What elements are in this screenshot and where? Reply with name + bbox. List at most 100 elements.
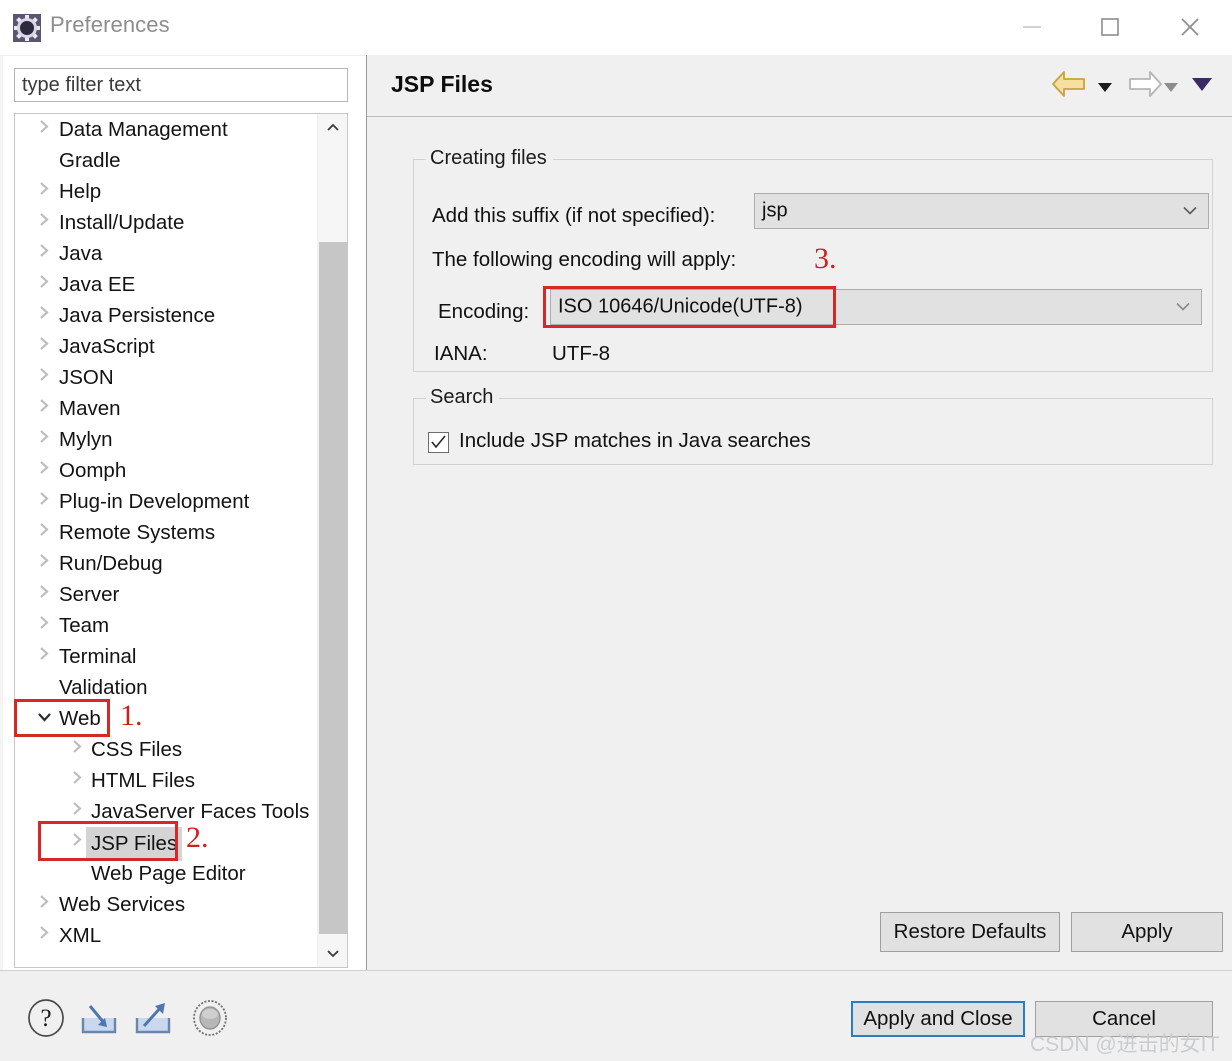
tree-item-label: Help <box>59 180 102 203</box>
cancel-button[interactable]: Cancel <box>1035 1001 1213 1037</box>
tree-item-web[interactable]: Web <box>15 703 317 734</box>
tree-item-label: HTML Files <box>91 769 196 792</box>
tree-item-label: Remote Systems <box>59 521 216 544</box>
window-close-button[interactable] <box>1160 0 1220 54</box>
encoding-label: Encoding: <box>438 300 530 323</box>
chevron-right-icon[interactable] <box>34 486 54 517</box>
chevron-right-icon[interactable] <box>34 455 54 486</box>
tree-item-validation[interactable]: Validation <box>15 672 317 703</box>
chevron-right-icon[interactable] <box>34 579 54 610</box>
chevron-right-icon[interactable] <box>34 207 54 238</box>
tree-item-maven[interactable]: Maven <box>15 393 317 424</box>
tree-item-mylyn[interactable]: Mylyn <box>15 424 317 455</box>
back-history-caret-down-icon[interactable] <box>1097 80 1113 98</box>
tree-item-oomph[interactable]: Oomph <box>15 455 317 486</box>
tree-item-server[interactable]: Server <box>15 579 317 610</box>
chevron-right-icon[interactable] <box>34 517 54 548</box>
chevron-right-icon[interactable] <box>67 827 87 858</box>
suffix-combobox[interactable]: jsp <box>754 193 1209 229</box>
search-group: Search Include JSP matches in Java searc… <box>413 386 1213 465</box>
encoding-intro-label: The following encoding will apply: <box>432 248 737 271</box>
tree-item-plug-in-development[interactable]: Plug-in Development <box>15 486 317 517</box>
include-jsp-matches-checkbox[interactable] <box>428 432 449 453</box>
chevron-right-icon[interactable] <box>34 424 54 455</box>
tree-item-label: JSON <box>59 366 114 389</box>
iana-value: UTF-8 <box>552 342 611 365</box>
forward-arrow-icon[interactable] <box>1127 69 1163 104</box>
chevron-down-icon[interactable] <box>34 703 54 734</box>
chevron-right-icon[interactable] <box>34 393 54 424</box>
scrollbar-down-arrow-icon[interactable] <box>318 939 347 967</box>
chevron-right-icon[interactable] <box>34 238 54 269</box>
export-arrow-icon[interactable] <box>132 998 174 1043</box>
scrollbar-thumb[interactable] <box>319 242 347 934</box>
forward-history-caret-down-icon[interactable] <box>1163 80 1179 98</box>
tree-item-label: Gradle <box>59 149 121 172</box>
preferences-tree[interactable]: Data Management Gradle Help Install/Update J… <box>14 113 348 968</box>
encoding-value: ISO 10646/Unicode(UTF-8) <box>558 295 803 318</box>
chevron-right-icon[interactable] <box>34 920 54 951</box>
tree-item-css-files[interactable]: CSS Files <box>15 734 317 765</box>
tree-item-jsp-files[interactable]: JSP Files <box>15 827 317 861</box>
tree-item-remote-systems[interactable]: Remote Systems <box>15 517 317 548</box>
scrollbar-up-arrow-icon[interactable] <box>318 114 347 142</box>
chevron-right-icon[interactable] <box>34 269 54 300</box>
chevron-down-icon <box>1182 200 1198 223</box>
tree-item-java[interactable]: Java <box>15 238 317 269</box>
chevron-right-icon[interactable] <box>34 114 54 145</box>
tree-item-java-ee[interactable]: Java EE <box>15 269 317 300</box>
tree-item-label: XML <box>59 924 102 947</box>
chevron-right-icon[interactable] <box>67 734 87 765</box>
chevron-right-icon[interactable] <box>34 889 54 920</box>
tree-item-web-services[interactable]: Web Services <box>15 889 317 920</box>
filter-text-input[interactable] <box>14 68 348 102</box>
chevron-right-icon[interactable] <box>34 300 54 331</box>
tree-item-label: CSS Files <box>91 738 183 761</box>
search-group-label: Search <box>426 386 500 409</box>
window-maximize-button[interactable] <box>1080 0 1140 54</box>
tree-item-label: Java Persistence <box>59 304 216 327</box>
tree-item-html-files[interactable]: HTML Files <box>15 765 317 796</box>
view-menu-caret-icon[interactable] <box>1191 77 1213 97</box>
chevron-right-icon[interactable] <box>67 796 87 827</box>
tree-item-json[interactable]: JSON <box>15 362 317 393</box>
preferences-tree-list[interactable]: Data Management Gradle Help Install/Update J… <box>15 114 317 967</box>
back-arrow-icon[interactable] <box>1051 69 1087 104</box>
chevron-right-icon[interactable] <box>67 765 87 796</box>
record-circle-icon[interactable] <box>190 998 230 1043</box>
chevron-right-icon[interactable] <box>34 331 54 362</box>
apply-and-close-button[interactable]: Apply and Close <box>851 1001 1025 1037</box>
tree-item-terminal[interactable]: Terminal <box>15 641 317 672</box>
tree-item-web-page-editor[interactable]: Web Page Editor <box>15 858 317 889</box>
tree-item-label: Web <box>59 707 101 730</box>
help-question-icon[interactable]: ? <box>26 998 66 1043</box>
preference-page-panel: JSP Files Creating files Add this suffix… <box>366 55 1232 970</box>
tree-item-java-persistence[interactable]: Java Persistence <box>15 300 317 331</box>
tree-item-run-debug[interactable]: Run/Debug <box>15 548 317 579</box>
tree-item-gradle[interactable]: Gradle <box>15 145 317 176</box>
chevron-right-icon[interactable] <box>34 610 54 641</box>
include-jsp-matches-label: Include JSP matches in Java searches <box>459 429 811 452</box>
tree-item-install-update[interactable]: Install/Update <box>15 207 317 238</box>
tree-item-help[interactable]: Help <box>15 176 317 207</box>
tree-item-team[interactable]: Team <box>15 610 317 641</box>
chevron-right-icon[interactable] <box>34 548 54 579</box>
chevron-right-icon[interactable] <box>34 641 54 672</box>
tree-item-label: Oomph <box>59 459 127 482</box>
apply-button[interactable]: Apply <box>1071 912 1223 952</box>
chevron-right-icon[interactable] <box>34 176 54 207</box>
import-arrow-icon[interactable] <box>78 998 120 1043</box>
chevron-right-icon[interactable] <box>34 362 54 393</box>
tree-scrollbar[interactable] <box>317 114 347 967</box>
restore-defaults-button[interactable]: Restore Defaults <box>880 912 1060 952</box>
checkmark-icon <box>431 435 446 449</box>
tree-item-javascript[interactable]: JavaScript <box>15 331 317 362</box>
suffix-label: Add this suffix (if not specified): <box>432 204 716 227</box>
tree-item-label: Web Page Editor <box>91 862 246 885</box>
window-minimize-button[interactable] <box>1002 0 1062 54</box>
tree-item-data-management[interactable]: Data Management <box>15 114 317 145</box>
tree-item-javaserver-faces-tools[interactable]: JavaServer Faces Tools <box>15 796 317 827</box>
tree-item-xml[interactable]: XML <box>15 920 317 951</box>
page-left-edge <box>0 0 3 1060</box>
encoding-combobox[interactable]: ISO 10646/Unicode(UTF-8) <box>550 289 1202 325</box>
